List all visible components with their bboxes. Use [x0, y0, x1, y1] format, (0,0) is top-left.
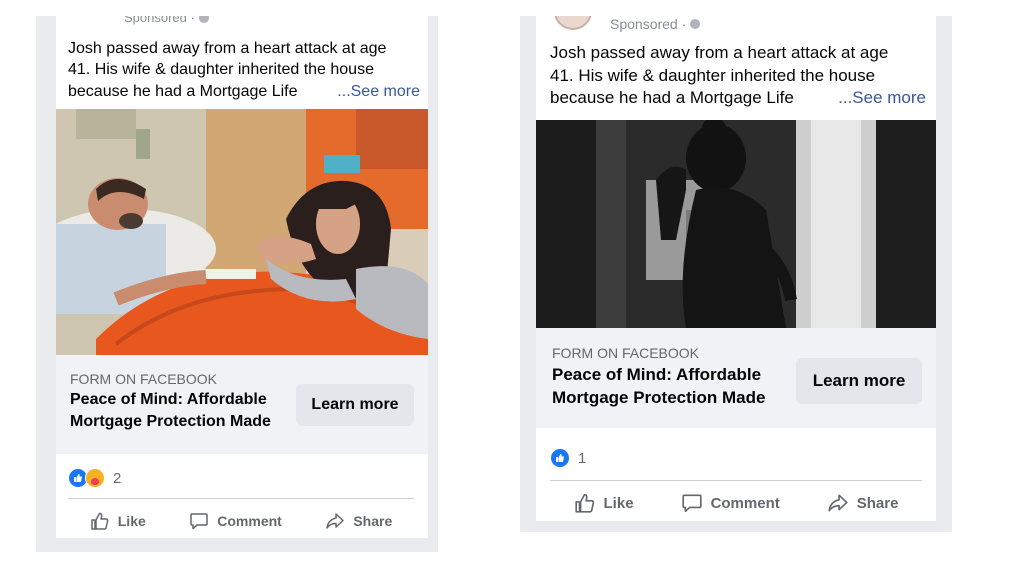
- divider: [68, 498, 414, 499]
- post-text-line: because he had a Mortgage Life ...See mor…: [68, 81, 420, 102]
- reaction-summary[interactable]: 1: [550, 448, 586, 468]
- sponsored-label: Sponsored ·: [610, 16, 701, 32]
- post-text: Josh passed away from a heart attack at …: [68, 38, 420, 102]
- post-card: Sponsored · Josh passed away from a hear…: [56, 16, 428, 538]
- post-text-line: Josh passed away from a heart attack at …: [550, 43, 889, 62]
- cta-section[interactable]: FORM ON FACEBOOK Peace of Mind: Affordab…: [536, 328, 936, 428]
- cta-title: Peace of Mind: Affordable Mortgage Prote…: [70, 389, 290, 441]
- learn-more-button[interactable]: Learn more: [296, 384, 414, 426]
- share-label: Share: [353, 513, 393, 529]
- globe-icon: [690, 19, 701, 29]
- reaction-count: 2: [113, 469, 122, 487]
- post-action-bar: Like Comment Share: [550, 488, 922, 518]
- comment-button[interactable]: Comment: [189, 511, 282, 531]
- share-icon: [326, 513, 345, 529]
- comment-icon: [190, 513, 209, 530]
- sponsored-text: Sponsored ·: [124, 16, 195, 25]
- post-text-line: because he had a Mortgage Life ...See mor…: [550, 87, 926, 110]
- advertiser-avatar[interactable]: [554, 16, 592, 30]
- globe-icon: [198, 16, 209, 23]
- comment-icon: [681, 494, 702, 513]
- cta-source-label: FORM ON FACEBOOK: [552, 345, 700, 361]
- post-text-line-part: because he had a Mortgage Life: [550, 88, 794, 108]
- hospital-bed-photo[interactable]: [56, 109, 428, 355]
- comment-label: Comment: [217, 513, 282, 529]
- comment-label: Comment: [710, 494, 780, 512]
- learn-more-button[interactable]: Learn more: [796, 358, 922, 404]
- post-action-bar: Like Comment Share: [68, 506, 414, 536]
- see-more-link[interactable]: ...See more: [337, 81, 420, 102]
- sponsored-text: Sponsored ·: [610, 16, 687, 32]
- see-more-link[interactable]: ...See more: [838, 87, 926, 110]
- like-reaction-icon: [550, 448, 570, 468]
- cta-source-label: FORM ON FACEBOOK: [70, 371, 218, 387]
- cta-title-line: Peace of Mind: Affordable: [552, 365, 762, 384]
- like-button[interactable]: Like: [90, 511, 146, 531]
- like-label: Like: [117, 513, 146, 529]
- share-button[interactable]: Share: [325, 511, 392, 531]
- grieving-woman-photo[interactable]: [536, 120, 936, 328]
- thumbs-up-icon: [91, 512, 109, 530]
- divider: [550, 480, 922, 481]
- cta-title-line: Peace of Mind: Affordable: [70, 391, 267, 408]
- share-icon: [828, 494, 848, 512]
- care-reaction-icon: [85, 468, 105, 488]
- like-label: Like: [603, 494, 634, 512]
- post-text-line-part: because he had a Mortgage Life: [68, 82, 298, 100]
- reaction-summary[interactable]: 2: [68, 468, 121, 488]
- screenshot-stage: Sponsored · Josh passed away from a hear…: [0, 0, 1024, 576]
- like-button[interactable]: Like: [574, 492, 634, 514]
- post-text-line: Josh passed away from a heart attack at …: [68, 40, 387, 57]
- cta-title-line: Mortgage Protection Made: [552, 387, 766, 407]
- post-text-line: 41. His wife & daughter inherited the ho…: [550, 65, 876, 85]
- cta-title-line: Mortgage Protection Made: [70, 412, 271, 430]
- thumbs-up-icon: [574, 493, 594, 513]
- post-card: Sponsored · Josh passed away from a hear…: [536, 16, 936, 521]
- left-ad-post: Sponsored · Josh passed away from a hear…: [36, 16, 438, 552]
- right-ad-post: Sponsored · Josh passed away from a hear…: [520, 16, 952, 532]
- post-text: Josh passed away from a heart attack at …: [550, 42, 926, 110]
- comment-button[interactable]: Comment: [681, 492, 780, 514]
- share-button[interactable]: Share: [827, 492, 899, 514]
- reaction-count: 1: [578, 449, 587, 467]
- post-text-line: 41. His wife & daughter inherited the ho…: [68, 61, 374, 79]
- sponsored-label: Sponsored ·: [124, 16, 209, 25]
- cta-section[interactable]: FORM ON FACEBOOK Peace of Mind: Affordab…: [56, 355, 428, 454]
- share-label: Share: [856, 494, 899, 512]
- cta-title: Peace of Mind: Affordable Mortgage Prote…: [552, 364, 792, 420]
